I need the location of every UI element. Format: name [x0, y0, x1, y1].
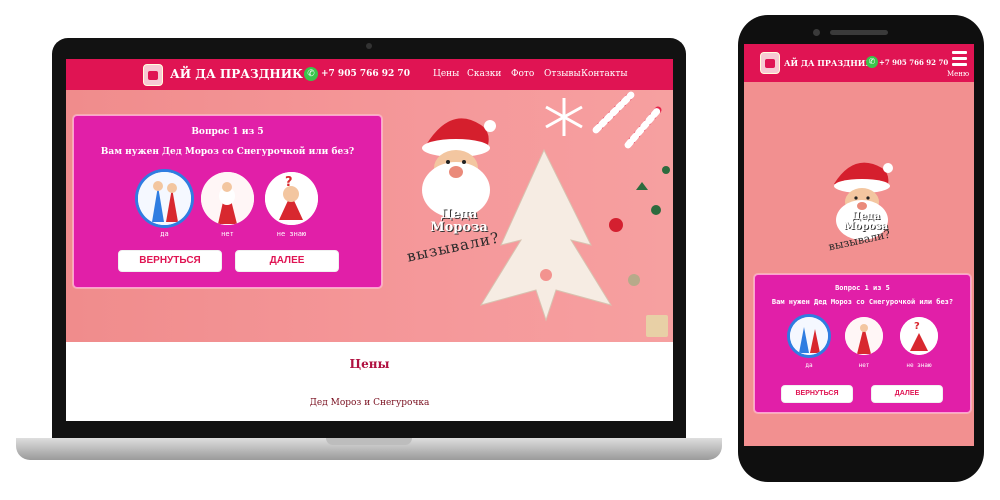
mobile-header: АЙ ДА ПРАЗДНИК ✆ +7 905 766 92 70 Меню	[744, 44, 974, 82]
mobile-quiz-question: Вам нужен Дед Мороз со Снегурочкой или б…	[771, 298, 954, 306]
mobile-option-dont-know-label: не знаю	[906, 362, 932, 369]
whatsapp-icon[interactable]: ✆	[304, 67, 318, 81]
phone-speaker	[830, 30, 888, 35]
brand-name[interactable]: АЙ ДА ПРАЗДНИК	[170, 67, 303, 81]
mobile-next-button[interactable]: ДАЛЕЕ	[871, 385, 943, 403]
mobile-phone-number[interactable]: +7 905 766 92 70	[879, 58, 948, 67]
option-yes[interactable]	[138, 172, 191, 225]
option-no-label: нет	[221, 230, 234, 238]
mobile-back-button[interactable]: ВЕРНУТЬСЯ	[781, 385, 853, 403]
mobile-logo-icon[interactable]	[760, 52, 780, 74]
back-button[interactable]: ВЕРНУТЬСЯ	[118, 250, 222, 272]
nav-item-photo[interactable]: Фото	[511, 69, 534, 79]
prices-item: Дед Мороз и Снегурочка	[309, 398, 430, 408]
logo-icon[interactable]	[143, 64, 163, 86]
prices-title: Цены	[349, 357, 390, 371]
site-header: АЙ ДА ПРАЗДНИК ✆ +7 905 766 92 70 Цены С…	[66, 59, 673, 90]
mobile-option-no-label: нет	[858, 362, 870, 369]
mobile-option-no[interactable]	[845, 317, 883, 355]
phone-screen: АЙ ДА ПРАЗДНИК ✆ +7 905 766 92 70 Меню Д…	[744, 44, 974, 446]
nav-item-prices[interactable]: Цены	[433, 69, 459, 79]
nav-item-contacts[interactable]: Контакты	[581, 69, 628, 79]
option-dont-know-label: не знаю	[276, 230, 307, 238]
mobile-option-yes[interactable]	[790, 317, 828, 355]
option-no[interactable]	[201, 172, 254, 225]
menu-label[interactable]: Меню	[947, 70, 969, 78]
nav-item-tales[interactable]: Сказки	[467, 69, 501, 79]
prices-section: Цены Дед Мороз и Снегурочка	[66, 342, 673, 421]
mobile-quiz-progress: Вопрос 1 из 5	[835, 284, 890, 292]
mobile-option-dont-know[interactable]: ?	[900, 317, 938, 355]
mobile-brand-name[interactable]: АЙ ДА ПРАЗДНИК	[784, 58, 873, 68]
laptop-notch	[326, 438, 412, 445]
mobile-option-yes-label: да	[805, 362, 813, 369]
nav-item-reviews[interactable]: Отзывы	[544, 69, 581, 79]
option-yes-label: да	[160, 230, 169, 238]
mobile-whatsapp-icon[interactable]: ✆	[866, 56, 878, 68]
next-button[interactable]: ДАЛЕЕ	[235, 250, 339, 272]
option-dont-know[interactable]: ?	[265, 172, 318, 225]
mobile-quiz-card: Вопрос 1 из 5 Вам нужен Дед Мороз со Сне…	[754, 274, 971, 413]
laptop-camera	[366, 43, 372, 49]
quiz-question: Вам нужен Дед Мороз со Снегурочкой или б…	[100, 147, 355, 157]
phone-camera	[813, 29, 820, 36]
quiz-progress: Вопрос 1 из 5	[191, 127, 264, 137]
phone-number[interactable]: +7 905 766 92 70	[321, 69, 410, 79]
menu-icon[interactable]	[952, 51, 967, 69]
hero-section: Деда Мороза вызывали? Вопрос 1 из 5 Вам …	[66, 90, 673, 342]
quiz-card: Вопрос 1 из 5 Вам нужен Дед Мороз со Сне…	[73, 115, 382, 288]
laptop-screen: АЙ ДА ПРАЗДНИК ✆ +7 905 766 92 70 Цены С…	[66, 59, 673, 421]
svg-text:?: ?	[914, 321, 920, 332]
svg-text:?: ?	[285, 175, 293, 190]
